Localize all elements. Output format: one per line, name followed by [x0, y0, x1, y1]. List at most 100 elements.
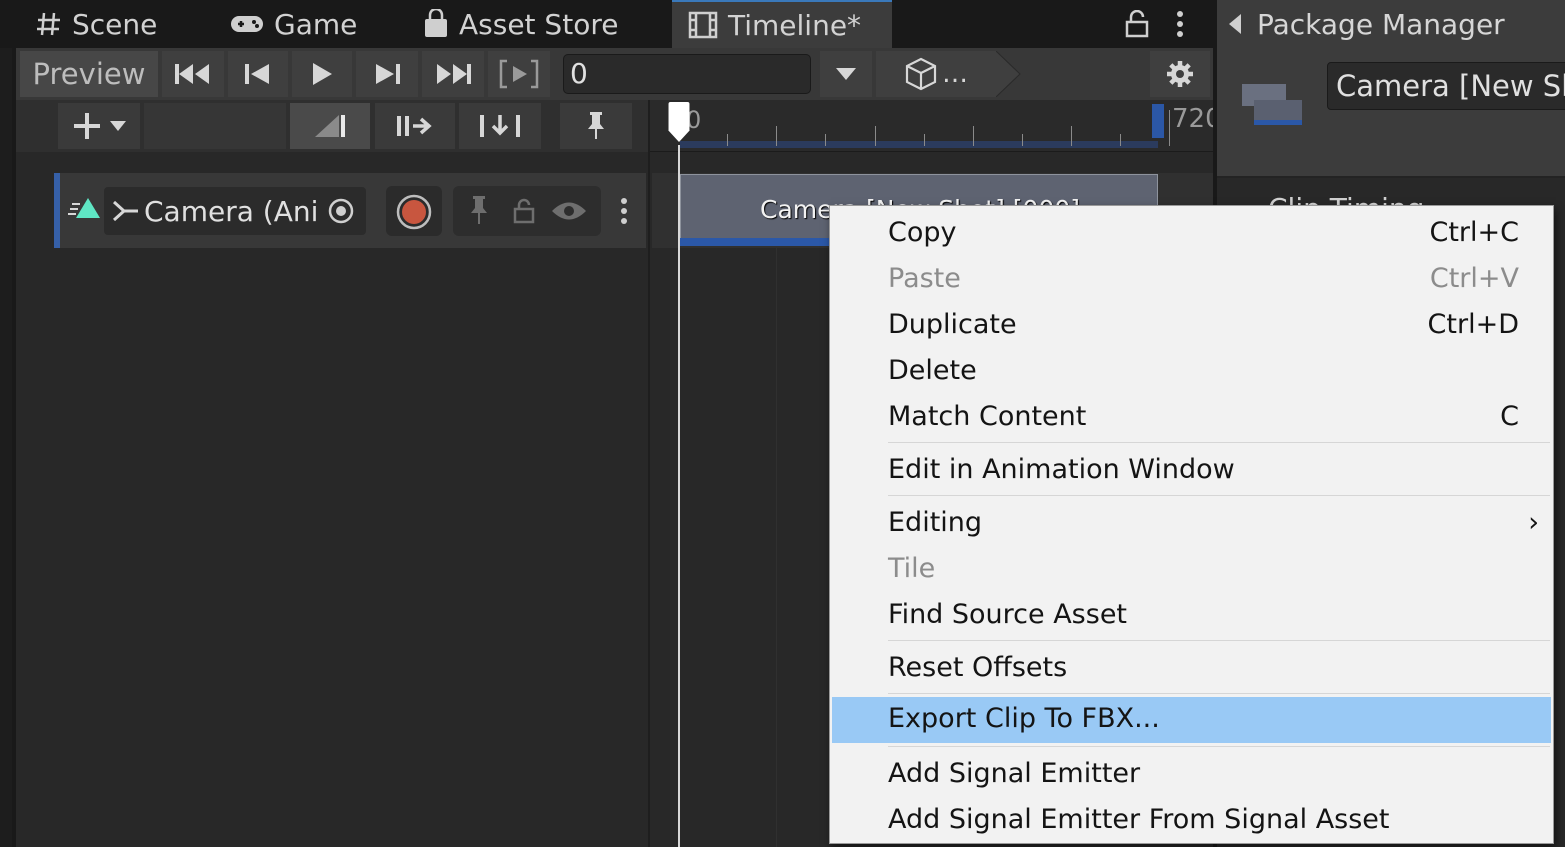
preview-button[interactable]: Preview: [20, 51, 158, 97]
gamepad-icon: [231, 16, 263, 32]
menu-item-label: Find Source Asset: [888, 599, 1128, 630]
menu-item-label: Tile: [888, 553, 936, 584]
track-menu-icon[interactable]: [617, 197, 631, 225]
plus-icon: [74, 113, 100, 139]
ruler-tick: [776, 126, 777, 146]
menu-item-shortcut: Ctrl+V: [1429, 263, 1519, 294]
hash-icon: [37, 12, 60, 36]
breadcrumb-arrow: [996, 51, 1021, 97]
tab-package-manager[interactable]: Package Manager: [1217, 0, 1565, 48]
tab-label: Game: [274, 7, 358, 41]
object-picker-icon[interactable]: [328, 198, 354, 224]
step-back-icon: [245, 64, 269, 84]
menu-item-label: Paste: [888, 263, 961, 294]
lock-icon[interactable]: [513, 198, 535, 224]
tab-scene[interactable]: Scene: [36, 0, 157, 48]
animator-icon: [112, 200, 138, 222]
replace-mode-button[interactable]: [459, 103, 541, 149]
breadcrumb-ellipsis: …: [942, 59, 968, 89]
ruler-tick: [924, 134, 925, 146]
chevron-down-icon: [110, 121, 126, 131]
splitter[interactable]: [648, 100, 650, 847]
menu-item-shortcut: Ctrl+C: [1429, 217, 1519, 248]
timeline-range-bar: [680, 141, 1158, 148]
add-track-button[interactable]: [58, 103, 140, 149]
track-search-field[interactable]: [144, 103, 286, 149]
menu-item-duplicate[interactable]: Duplicate Ctrl+D: [830, 303, 1553, 349]
menu-item-match-content[interactable]: Match Content C: [830, 395, 1553, 441]
track-name: Camera (Ani: [144, 194, 319, 228]
menu-item-label: Edit in Animation Window: [888, 454, 1235, 485]
ripple-icon: [397, 116, 432, 136]
current-time-field[interactable]: 0: [563, 54, 811, 94]
menu-item-edit-in-animation-window[interactable]: Edit in Animation Window: [830, 448, 1553, 494]
menu-item-add-signal-emitter-from-asset[interactable]: Add Signal Emitter From Signal Asset: [830, 798, 1553, 844]
menu-item-label: Editing: [888, 507, 983, 538]
menu-item-copy[interactable]: Copy Ctrl+C: [830, 211, 1553, 257]
next-frame-button[interactable]: [356, 51, 418, 97]
bag-icon: [425, 9, 447, 37]
animation-track-icon: [68, 198, 100, 218]
end-marker[interactable]: [1152, 104, 1164, 138]
go-to-start-button[interactable]: [162, 51, 224, 97]
menu-item-find-source-asset[interactable]: Find Source Asset: [830, 593, 1553, 639]
film-icon: [688, 11, 718, 39]
tab-label: Timeline*: [728, 8, 862, 42]
go-to-end-button[interactable]: [422, 51, 484, 97]
ruler-tick: [727, 134, 728, 146]
object-name-field[interactable]: Camera [New Shot]: [1327, 62, 1565, 110]
menu-item-label: Reset Offsets: [888, 652, 1068, 683]
gear-icon: [1167, 61, 1193, 87]
menu-item-reset-offsets[interactable]: Reset Offsets: [830, 646, 1553, 692]
ease-mode-button[interactable]: [290, 103, 370, 149]
playhead-handle[interactable]: [667, 102, 691, 142]
skip-to-end-icon: [437, 64, 471, 84]
submenu-arrow-icon: ›: [1528, 507, 1539, 538]
menu-separator: [888, 495, 1550, 496]
menu-item-label: Duplicate: [888, 309, 1017, 340]
menu-item-export-clip-to-fbx[interactable]: Export Clip To FBX...: [832, 697, 1551, 743]
tab-game[interactable]: Game: [230, 0, 357, 48]
ruler-tick: [1120, 134, 1121, 146]
editor-tab-bar: Scene Game Asset Store Timeline*: [0, 0, 1213, 48]
track-binding-field[interactable]: Camera (Ani: [104, 187, 366, 235]
playhead-line: [678, 145, 680, 847]
record-button[interactable]: [386, 186, 442, 236]
left-edge: [0, 48, 12, 847]
menu-item-shortcut: C: [1500, 401, 1519, 432]
replace-icon: [480, 115, 520, 137]
asset-breadcrumb[interactable]: …: [876, 51, 996, 97]
chevron-down-icon: [836, 68, 856, 80]
ruler-tick: [973, 126, 974, 146]
context-menu: Copy Ctrl+C Paste Ctrl+V Duplicate Ctrl+D D…: [829, 205, 1554, 844]
menu-item-shortcut: Ctrl+D: [1427, 309, 1519, 340]
pin-button[interactable]: [560, 103, 632, 149]
eye-icon[interactable]: [551, 200, 587, 222]
previous-frame-button[interactable]: [228, 51, 288, 97]
grid-line: [776, 248, 777, 847]
ripple-mode-button[interactable]: [375, 103, 455, 149]
lock-icon[interactable]: [1124, 10, 1150, 38]
menu-separator: [888, 693, 1550, 694]
tab-timeline[interactable]: Timeline*: [672, 0, 892, 48]
menu-separator: [888, 640, 1550, 641]
menu-item-paste: Paste Ctrl+V: [830, 257, 1553, 303]
tab-label: Asset Store: [459, 7, 619, 41]
menu-item-add-signal-emitter[interactable]: Add Signal Emitter: [830, 752, 1553, 798]
more-vertical-icon[interactable]: [1172, 10, 1188, 38]
menu-item-delete[interactable]: Delete: [830, 349, 1553, 395]
step-forward-icon: [376, 64, 400, 84]
track-state-buttons: [453, 186, 601, 236]
time-format-dropdown[interactable]: [820, 51, 872, 97]
menu-item-editing[interactable]: Editing ›: [830, 501, 1553, 547]
tab-asset-store[interactable]: Asset Store: [423, 0, 618, 48]
menu-item-label: Match Content: [888, 401, 1087, 432]
pin-icon[interactable]: [469, 196, 489, 226]
play-range-button[interactable]: [488, 51, 550, 97]
menu-item-label: Export Clip To FBX...: [888, 703, 1160, 734]
skip-to-start-icon: [175, 64, 209, 84]
menu-item-label: Add Signal Emitter: [888, 758, 1141, 789]
play-button[interactable]: [292, 51, 352, 97]
timeline-settings-button[interactable]: [1150, 51, 1210, 97]
chevron-left-icon: [1229, 14, 1241, 34]
